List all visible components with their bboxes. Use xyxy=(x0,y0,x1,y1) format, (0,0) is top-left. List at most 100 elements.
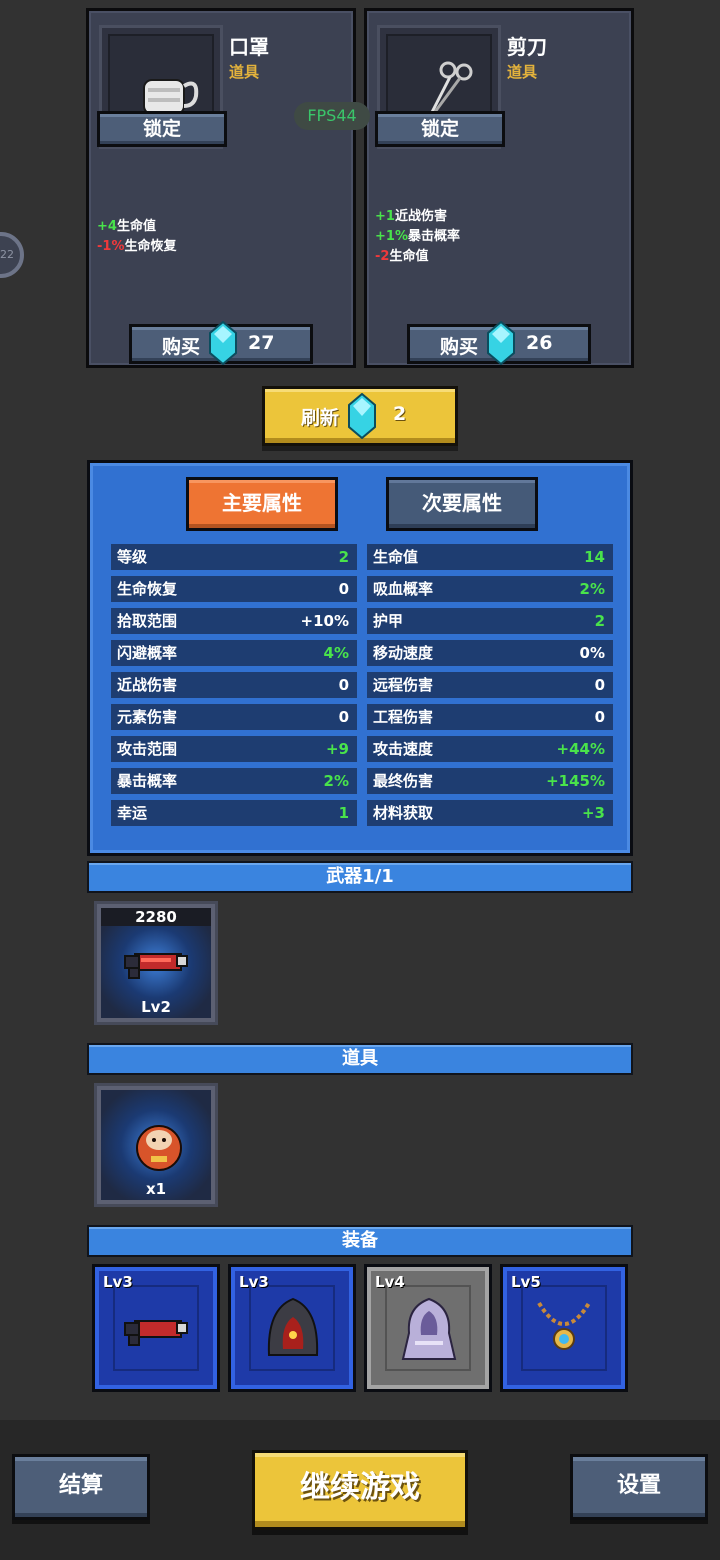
stat-value: 2% xyxy=(579,580,605,598)
stat-value: 0 xyxy=(338,676,349,694)
stat-label: 暴击概率 xyxy=(117,772,178,790)
tab-primary-stats[interactable]: 主要属性 xyxy=(186,477,338,531)
equipment-level: Lv3 xyxy=(103,1273,133,1291)
buy-label: 购买 xyxy=(440,336,479,358)
daruma-doll-icon xyxy=(136,1125,182,1171)
effect-line: +4生命值 xyxy=(97,219,156,234)
stat-row: 拾取范围 +10% xyxy=(111,608,357,634)
effect-line: +1近战伤害 xyxy=(375,209,447,224)
stat-row: 护甲 2 xyxy=(367,608,613,634)
stat-value: 0% xyxy=(579,644,605,662)
refresh-cost: 2 xyxy=(393,403,407,425)
stat-value: 0 xyxy=(594,708,605,726)
equipment-slot[interactable]: Lv3 xyxy=(228,1264,356,1392)
effect-line: +1%暴击概率 xyxy=(375,229,460,244)
weapons-section-header: 武器1/1 xyxy=(87,861,633,893)
prop-count: x1 xyxy=(145,1180,167,1198)
item-type: 道具 xyxy=(229,63,260,81)
equipment-level: Lv3 xyxy=(239,1273,269,1291)
stat-value: 0 xyxy=(338,580,349,598)
effect-line: -2生命值 xyxy=(375,249,429,264)
stat-label: 生命值 xyxy=(373,548,419,566)
weapon-slot[interactable]: 2280 Lv2 xyxy=(94,901,218,1025)
stat-value: +9 xyxy=(325,740,349,758)
stats-panel: 主要属性 次要属性 等级 2 生命恢复 0 拾取范围 +10% 闪避概率 4% 近战伤害 0 元素伤… xyxy=(87,460,633,856)
stat-label: 最终伤害 xyxy=(373,772,434,790)
item-effects: +4生命值 -1%生命恢复 xyxy=(97,217,176,257)
buy-button[interactable]: 购买 26 xyxy=(407,321,591,365)
stat-label: 闪避概率 xyxy=(117,644,178,662)
stat-row: 生命值 14 xyxy=(367,544,613,570)
stat-label: 工程伤害 xyxy=(373,708,434,726)
stat-label: 材料获取 xyxy=(373,804,434,822)
stat-row: 远程伤害 0 xyxy=(367,672,613,698)
stat-label: 近战伤害 xyxy=(117,676,178,694)
stat-row: 等级 2 xyxy=(111,544,357,570)
ghost-robe-icon xyxy=(401,1297,457,1360)
stat-row: 吸血概率 2% xyxy=(367,576,613,602)
item-type: 道具 xyxy=(507,63,538,81)
stat-label: 攻击速度 xyxy=(373,740,434,758)
item-effects: +1近战伤害 +1%暴击概率 -2生命值 xyxy=(375,207,460,267)
stat-row: 近战伤害 0 xyxy=(111,672,357,698)
crystal-gem-icon xyxy=(348,393,376,439)
stat-label: 攻击范围 xyxy=(117,740,178,758)
equipment-section-header: 装备 xyxy=(87,1225,633,1257)
stat-label: 等级 xyxy=(117,548,148,566)
stat-row: 材料获取 +3 xyxy=(367,800,613,826)
stat-row: 元素伤害 0 xyxy=(111,704,357,730)
stat-row: 攻击速度 +44% xyxy=(367,736,613,762)
stat-value: 14 xyxy=(584,548,605,566)
lock-button[interactable]: 锁定 xyxy=(97,111,227,147)
lock-button[interactable]: 锁定 xyxy=(375,111,505,147)
tab-secondary-stats[interactable]: 次要属性 xyxy=(386,477,538,531)
refresh-button[interactable]: 刷新 2 xyxy=(262,386,458,446)
crystal-gem-icon xyxy=(209,321,237,365)
stat-value: +145% xyxy=(546,772,605,790)
item-name: 口罩 xyxy=(229,35,269,59)
stat-label: 拾取范围 xyxy=(117,612,178,630)
stat-value: 2 xyxy=(338,548,349,566)
stat-label: 远程伤害 xyxy=(373,676,434,694)
blaster-gun-icon xyxy=(124,1320,188,1346)
stat-value: 2% xyxy=(323,772,349,790)
stat-row: 生命恢复 0 xyxy=(111,576,357,602)
stat-row: 幸运 1 xyxy=(111,800,357,826)
price-value: 26 xyxy=(526,332,553,354)
stat-row: 闪避概率 4% xyxy=(111,640,357,666)
amulet-necklace-icon xyxy=(537,1301,591,1350)
shop-card-scissors[interactable]: 剪刀 道具 锁定 +1近战伤害 +1%暴击概率 -2生命值 购买 26 xyxy=(364,8,634,368)
equipment-slot[interactable]: Lv3 xyxy=(92,1264,220,1392)
continue-game-button[interactable]: 继续游戏 xyxy=(252,1450,468,1530)
refresh-label: 刷新 xyxy=(301,407,340,429)
stat-value: +10% xyxy=(300,612,349,630)
stat-value: 0 xyxy=(338,708,349,726)
equipment-slot[interactable]: Lv4 xyxy=(364,1264,492,1392)
stat-value: 2 xyxy=(594,612,605,630)
fps-counter: FPS44 xyxy=(294,102,370,130)
stat-label: 生命恢复 xyxy=(117,580,178,598)
stat-label: 吸血概率 xyxy=(373,580,434,598)
stat-value: 1 xyxy=(338,804,349,822)
shop-card-mask[interactable]: 口罩 道具 锁定 +4生命值 -1%生命恢复 购买 27 xyxy=(86,8,356,368)
hooded-cloak-icon xyxy=(267,1297,319,1356)
settings-button[interactable]: 设置 xyxy=(570,1454,708,1520)
blaster-gun-icon xyxy=(124,953,188,979)
settle-button[interactable]: 结算 xyxy=(12,1454,150,1520)
stat-label: 移动速度 xyxy=(373,644,434,662)
effect-line: -1%生命恢复 xyxy=(97,239,177,254)
weapon-top-value: 2280 xyxy=(101,908,211,926)
item-name: 剪刀 xyxy=(507,35,547,59)
buy-button[interactable]: 购买 27 xyxy=(129,321,313,365)
equipment-slot[interactable]: Lv5 xyxy=(500,1264,628,1392)
stat-value: +44% xyxy=(556,740,605,758)
prop-slot[interactable]: x1 xyxy=(94,1083,218,1207)
price-value: 27 xyxy=(248,332,275,354)
stat-row: 攻击范围 +9 xyxy=(111,736,357,762)
stat-value: +3 xyxy=(581,804,605,822)
stat-value: 0 xyxy=(594,676,605,694)
stat-label: 幸运 xyxy=(117,804,148,822)
side-toggle-button[interactable]: 22 xyxy=(0,232,24,278)
equipment-level: Lv4 xyxy=(375,1273,405,1291)
crystal-gem-icon xyxy=(487,321,515,365)
